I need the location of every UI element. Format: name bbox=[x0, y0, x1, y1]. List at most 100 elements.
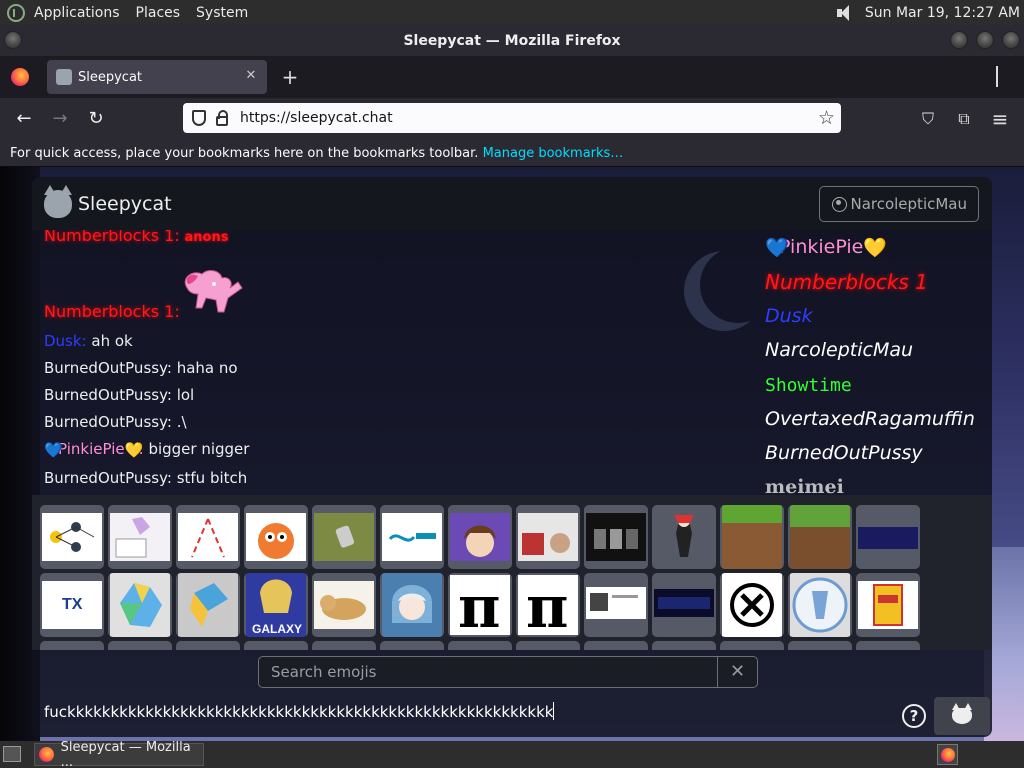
manage-bookmarks-link[interactable]: Manage bookmarks… bbox=[483, 146, 624, 161]
user-list-item[interactable]: 💙PinkiePie💛 bbox=[765, 236, 887, 259]
message-author[interactable]: BurnedOutPussy: bbox=[44, 413, 172, 431]
bookmark-star-icon[interactable]: ☆ bbox=[818, 107, 835, 129]
user-list-item[interactable]: OvertaxedRagamuffin bbox=[765, 408, 975, 430]
emoji-search-input[interactable]: Search emojis bbox=[259, 663, 717, 681]
user-list-item[interactable]: Showtime bbox=[765, 375, 852, 396]
emoji-lying-cat[interactable] bbox=[312, 573, 376, 637]
emoji-pi-symbol[interactable]: π bbox=[448, 573, 512, 637]
emoji-row3-9[interactable] bbox=[584, 641, 648, 650]
message-list[interactable]: Numberblocks 1: anons Numberblocks 1: Du… bbox=[44, 230, 744, 495]
message-author[interactable]: BurnedOutPussy: bbox=[44, 359, 172, 377]
emoji-cartoon-character[interactable] bbox=[652, 505, 716, 569]
pocket-icon[interactable]: ⛉ bbox=[916, 107, 940, 131]
message-item: BurnedOutPussy: haha no bbox=[44, 359, 238, 377]
emoji-row3-6[interactable] bbox=[380, 641, 444, 650]
reload-button[interactable]: ↻ bbox=[84, 107, 108, 131]
menu-applications[interactable]: Applications bbox=[34, 5, 120, 21]
message-author[interactable]: Numberblocks 1: bbox=[44, 230, 180, 245]
online-user-list[interactable]: 💙PinkiePie💛 Numberblocks 1 Dusk Narcolep… bbox=[765, 230, 990, 495]
pinkie-pie-sticker-icon bbox=[184, 270, 243, 313]
url-bar[interactable]: https://sleepycat.chat ☆ bbox=[183, 103, 841, 133]
window-menu-button[interactable] bbox=[4, 31, 22, 49]
message-author[interactable]: Dusk: bbox=[44, 332, 87, 350]
emoji-row3-5[interactable] bbox=[312, 641, 376, 650]
message-author[interactable]: 💙PinkiePie💛: bbox=[44, 440, 144, 459]
emoji-search-clear-icon[interactable]: ✕ bbox=[717, 657, 757, 687]
show-desktop-icon[interactable] bbox=[3, 746, 21, 762]
emoji-cube-puzzle[interactable] bbox=[176, 573, 240, 637]
emoji-webpage-thumbnail[interactable] bbox=[584, 573, 648, 637]
emoji-toggle-button[interactable] bbox=[934, 697, 990, 735]
emoji-round-badge[interactable] bbox=[788, 573, 852, 637]
emoji-x-circle[interactable] bbox=[720, 573, 784, 637]
lock-icon[interactable] bbox=[216, 109, 228, 126]
emoji-row3-2[interactable] bbox=[108, 641, 172, 650]
user-account-button[interactable]: NarcolepticMau bbox=[819, 186, 979, 222]
tab-sleepycat[interactable]: Sleepycat ✕ bbox=[47, 60, 267, 94]
emoji-cat-sketch[interactable] bbox=[108, 505, 172, 569]
message-author[interactable]: Numberblocks 1: bbox=[44, 302, 180, 321]
user-list-item[interactable]: Dusk bbox=[765, 305, 813, 327]
emoji-row3-8[interactable] bbox=[516, 641, 580, 650]
menu-places[interactable]: Places bbox=[136, 5, 181, 21]
taskbar-item-firefox[interactable]: Sleepycat — Mozilla ... bbox=[34, 740, 204, 768]
distro-logo-icon[interactable] bbox=[7, 3, 25, 22]
emoji-row3-10[interactable] bbox=[652, 641, 716, 650]
new-tab-button[interactable]: + bbox=[279, 66, 301, 88]
list-all-tabs-button[interactable] bbox=[996, 66, 1012, 87]
clock[interactable]: Sun Mar 19, 12:27 AM bbox=[865, 5, 1020, 21]
extensions-icon[interactable]: ⧉ bbox=[952, 107, 976, 131]
message-author[interactable]: BurnedOutPussy: bbox=[44, 469, 172, 487]
emoji-pi-symbol-2[interactable]: π bbox=[516, 573, 580, 637]
maximize-button[interactable] bbox=[976, 31, 994, 49]
emoji-row3-1[interactable] bbox=[40, 641, 104, 650]
emoji-row3-13[interactable] bbox=[856, 641, 920, 650]
message-author[interactable]: BurnedOutPussy: bbox=[44, 386, 172, 404]
user-list-item[interactable]: Numberblocks 1 bbox=[765, 270, 928, 294]
emoji-row3-3[interactable] bbox=[176, 641, 240, 650]
minimize-button[interactable] bbox=[950, 31, 968, 49]
emoji-row3-7[interactable] bbox=[448, 641, 512, 650]
emoji-logo-wave[interactable] bbox=[380, 505, 444, 569]
chat-input-text[interactable]: fuckkkkkkkkkkkkkkkkkkkkkkkkkkkkkkkkkkkkk… bbox=[44, 703, 553, 721]
emoji-row3-4[interactable] bbox=[244, 641, 308, 650]
tab-close-icon[interactable]: ✕ bbox=[243, 68, 259, 84]
sleepycat-logo-icon[interactable] bbox=[44, 184, 72, 218]
emoji-smoking-banner[interactable] bbox=[652, 573, 716, 637]
emoji-video-thumbnail[interactable] bbox=[516, 505, 580, 569]
emoji-tx-logo[interactable]: TX bbox=[40, 573, 104, 637]
emoji-molecule-diagram[interactable] bbox=[40, 505, 104, 569]
chat-input[interactable]: fuckkkkkkkkkkkkkkkkkkkkkkkkkkkkkkkkkkkkk… bbox=[44, 702, 555, 721]
emoji-anime-girl[interactable] bbox=[448, 505, 512, 569]
site-title[interactable]: Sleepycat bbox=[78, 193, 172, 215]
emoji-three-faces[interactable] bbox=[584, 505, 648, 569]
firefox-view-icon[interactable] bbox=[11, 68, 29, 86]
emoji-phone-grass[interactable] bbox=[312, 505, 376, 569]
url-text[interactable]: https://sleepycat.chat bbox=[240, 110, 393, 126]
tracking-protection-icon[interactable] bbox=[192, 110, 206, 126]
emoji-cheese-box[interactable] bbox=[856, 573, 920, 637]
volume-icon[interactable] bbox=[835, 4, 855, 22]
close-window-button[interactable] bbox=[1002, 31, 1020, 49]
emoji-folded-paper[interactable] bbox=[108, 573, 172, 637]
user-list-item[interactable]: NarcolepticMau bbox=[765, 339, 913, 361]
user-list-item[interactable]: meimei bbox=[765, 476, 844, 495]
svg-text:π: π bbox=[526, 575, 568, 635]
emoji-grass-cube[interactable] bbox=[788, 505, 852, 569]
hamburger-menu-icon[interactable]: ≡ bbox=[988, 107, 1012, 131]
svg-text:π: π bbox=[458, 575, 500, 635]
emoji-dark-label[interactable] bbox=[856, 505, 920, 569]
emoji-galaxy-anime[interactable]: GALAXY bbox=[244, 573, 308, 637]
user-list-item[interactable]: BurnedOutPussy bbox=[765, 442, 923, 464]
emoji-row3-11[interactable] bbox=[720, 641, 784, 650]
emoji-red-lines[interactable] bbox=[176, 505, 240, 569]
emoji-shark-girl[interactable] bbox=[380, 573, 444, 637]
emoji-furby[interactable] bbox=[244, 505, 308, 569]
forward-button[interactable]: → bbox=[48, 107, 72, 131]
back-button[interactable]: ← bbox=[12, 107, 36, 131]
menu-system[interactable]: System bbox=[196, 5, 248, 21]
workspace-switcher[interactable] bbox=[937, 744, 958, 765]
help-button[interactable]: ? bbox=[902, 704, 926, 728]
emoji-row3-12[interactable] bbox=[788, 641, 852, 650]
emoji-grass-block[interactable] bbox=[720, 505, 784, 569]
